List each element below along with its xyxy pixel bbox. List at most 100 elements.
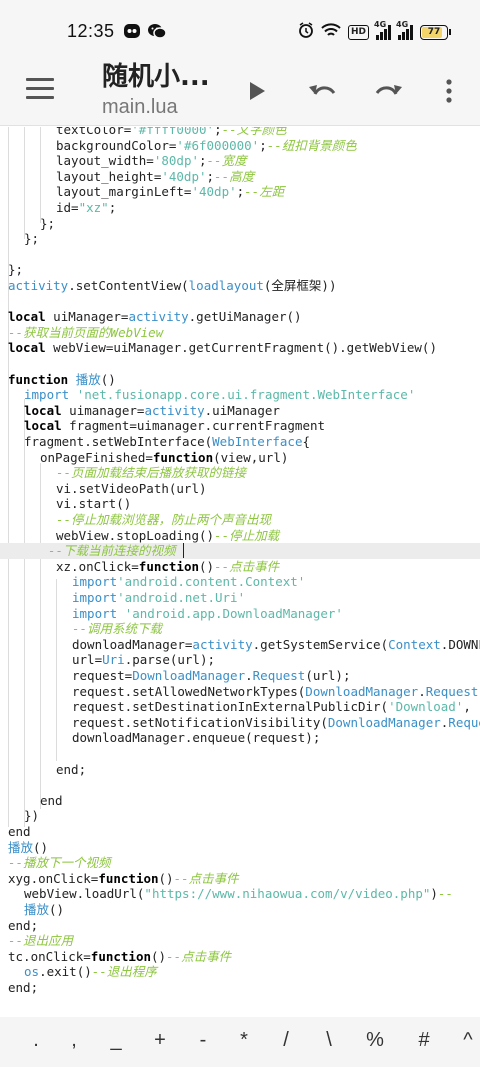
symbol-key[interactable]: - [191,1029,215,1052]
redo-button[interactable] [372,74,406,108]
code-line: --获取当前页面的WebView [8,325,163,341]
code-line: webView.loadUrl("https://www.nihaowua.co… [24,886,453,902]
code-token: end [8,824,31,839]
code-line: }; [8,262,23,278]
code-token: ; [259,137,267,153]
code-line: xz.onClick=function()--点击事件 [56,559,279,575]
code-token: (url); [305,668,351,683]
code-line: import'android.content.Context' [72,574,305,590]
code-line: layout_marginLeft='40dp';--左距 [56,184,284,200]
code-line: import'android.net.Uri' [72,590,245,606]
symbol-key[interactable]: , [62,1029,86,1052]
code-token: layout_width= [56,153,154,169]
code-line: url=Uri.parse(url); [72,652,215,668]
menu-icon[interactable] [26,78,54,100]
code-token: ; [108,200,117,215]
alarm-icon [298,22,314,42]
code-line: --播放下一个视频 [8,855,111,871]
symbol-key[interactable]: . [24,1029,48,1052]
code-token: onPageFinished= [40,449,153,465]
code-token: .exit() [39,964,92,980]
code-token: 播放 [8,839,34,855]
symbol-key[interactable]: _ [104,1029,128,1052]
code-token: .parse(url); [124,652,215,668]
symbol-key[interactable]: + [148,1029,172,1052]
code-token: activity [128,309,189,325]
status-bar: 12:35 HD 4G 4G 77 [0,0,480,62]
status-time: 12:35 [67,21,115,41]
more-options-button[interactable] [432,74,466,108]
code-token: request.setAllowedNetworkTypes( [72,683,306,699]
code-token: xyg.onClick= [8,870,99,886]
redo-icon [375,85,402,95]
code-token: 播放 [24,902,50,917]
code-line: vi.start() [56,496,131,512]
code-token: () [199,558,215,574]
project-title: 随机小... [102,62,210,92]
symbol-input-bar: ., _ + - * / \% # ^ [0,1017,480,1067]
code-token: --播放下一个视频 [8,855,111,871]
code-token: textColor= [56,127,132,137]
code-token: activity [8,278,69,293]
code-line: downloadManager=activity.getSystemServic… [72,637,480,653]
code-token: Request [448,714,480,730]
code-line: import 'android.app.DownloadManager' [72,606,343,622]
code-token: activity [144,402,205,418]
robot-app-icon [123,22,141,40]
code-line: downloadManager.enqueue(request); [72,730,320,746]
code-token: }; [40,215,56,231]
symbol-key[interactable]: / [274,1029,298,1052]
code-token: --点击事件 [166,948,232,964]
code-line: local uimanager=activity.uiManager [24,403,280,419]
symbol-key[interactable]: ^ [456,1029,480,1052]
code-token: '#6f000000' [176,137,260,153]
symbol-key[interactable]: \ [317,1029,341,1052]
code-token: --文字颜色 [221,127,287,137]
code-line: request.setNotificationVisibility(Downlo… [72,715,480,731]
code-token: import [72,605,118,621]
code-token: "xz" [78,200,109,215]
symbol-key[interactable]: * [232,1029,256,1052]
notification-icons [123,22,167,40]
code-token: . [245,668,253,683]
file-name: main.lua [102,96,178,118]
code-token: .getSystemService( [252,636,389,652]
code-line: vi.setVideoPath(url) [56,481,207,497]
code-token: ; [206,168,215,184]
code-token: --调用系统下载 [72,621,163,637]
code-token: "https://www.nihaowua.com/v/video.php" [144,886,431,902]
code-line: --下载当前连接的视频 [48,543,176,559]
code-token: --下载当前连接的视频 [48,543,176,559]
battery-icon: 77 [420,24,451,40]
code-line: layout_width='80dp';--宽度 [56,153,247,169]
code-line: backgroundColor='#6f000000';--纽扣背景颜色 [56,138,357,154]
code-token: request.setDestinationInExternalPublicDi… [72,699,389,715]
signal-icon-2: 4G [396,20,413,40]
code-line: end [40,793,63,809]
code-line: request.setAllowedNetworkTypes(DownloadM… [72,684,480,700]
wechat-icon [147,22,167,40]
undo-button[interactable] [305,74,339,108]
code-token: --页面加载结束后播放获取的链接 [56,465,247,481]
code-token: --高度 [214,168,255,184]
code-line: 播放() [8,840,48,856]
code-token: --退出应用 [8,933,74,949]
code-token: activity [192,636,253,652]
code-token: downloadManager= [72,636,193,652]
signal-icon: 4G [374,20,391,40]
symbol-key[interactable]: # [412,1029,436,1052]
code-token: --点击事件 [173,870,239,886]
code-editor[interactable]: textColor='#ffff0000';--文字颜色 backgroundCo… [0,127,480,1015]
code-token: --宽度 [206,153,247,169]
editor-toolbar: 随机小... main.lua [0,62,480,126]
run-button[interactable] [240,74,274,108]
code-token: --左距 [244,184,285,200]
code-line: --调用系统下载 [72,621,162,637]
code-token: vi.start() [56,496,132,512]
code-token: uiManager= [45,309,129,325]
symbol-key[interactable]: % [363,1029,387,1052]
code-token: function [98,870,159,886]
code-token: local [24,418,62,434]
code-token: uimanager= [61,402,145,418]
code-token: function [138,558,200,574]
